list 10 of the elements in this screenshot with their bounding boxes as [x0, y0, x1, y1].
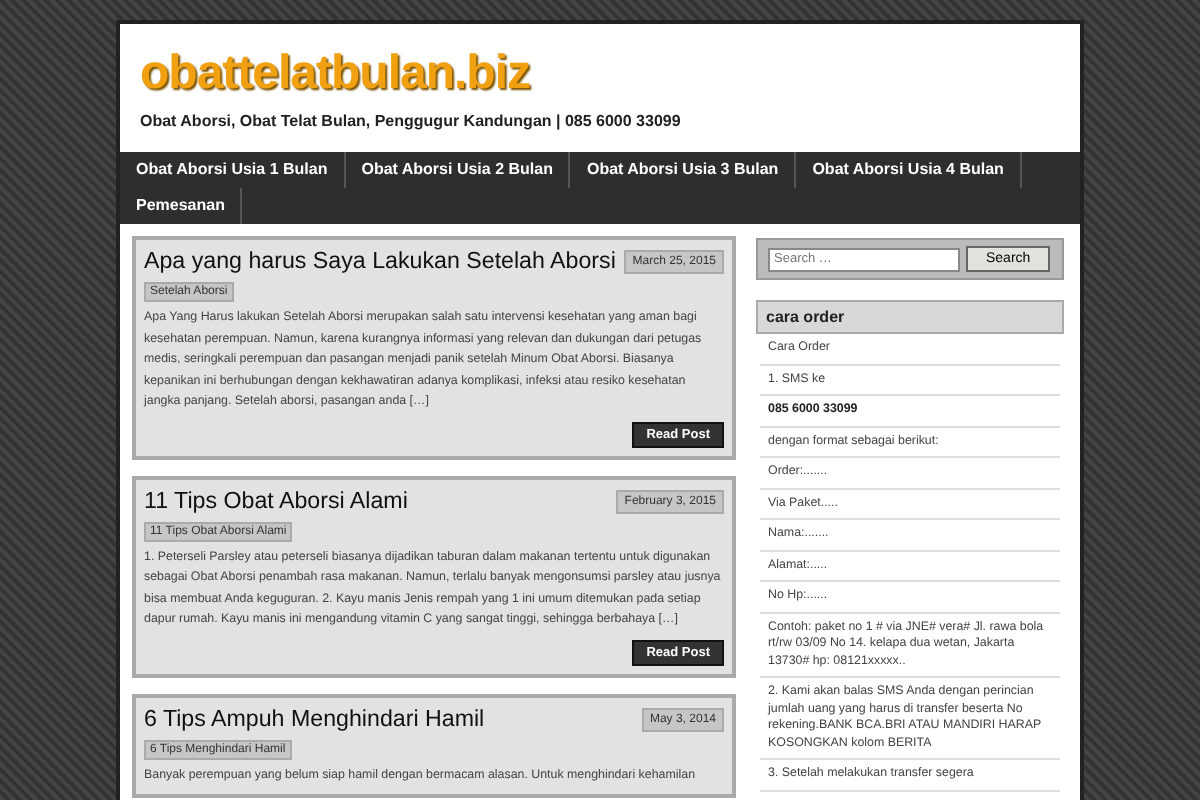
nav-item[interactable]: Pemesanan — [120, 188, 243, 224]
post-title[interactable]: 11 Tips Obat Aborsi Alami — [144, 485, 408, 517]
site-tagline: Obat Aborsi, Obat Telat Bulan, Penggugur Kandungan | 085 6000 33099 — [140, 112, 681, 130]
nav-item[interactable]: Obat Aborsi Usia 4 Bulan — [796, 152, 1022, 188]
nav-item[interactable]: Obat Aborsi Usia 2 Bulan — [345, 152, 571, 188]
post-title[interactable]: 6 Tips Ampuh Menghindari Hamil — [144, 703, 485, 735]
nav-item[interactable]: Obat Aborsi Usia 1 Bulan — [120, 152, 346, 188]
widget-title: cara order — [756, 300, 1064, 334]
post-title[interactable]: Apa yang harus Saya Lakukan Setelah Aborsi — [144, 246, 616, 278]
nav-item[interactable]: Obat Aborsi Usia 3 Bulan — [570, 152, 797, 188]
